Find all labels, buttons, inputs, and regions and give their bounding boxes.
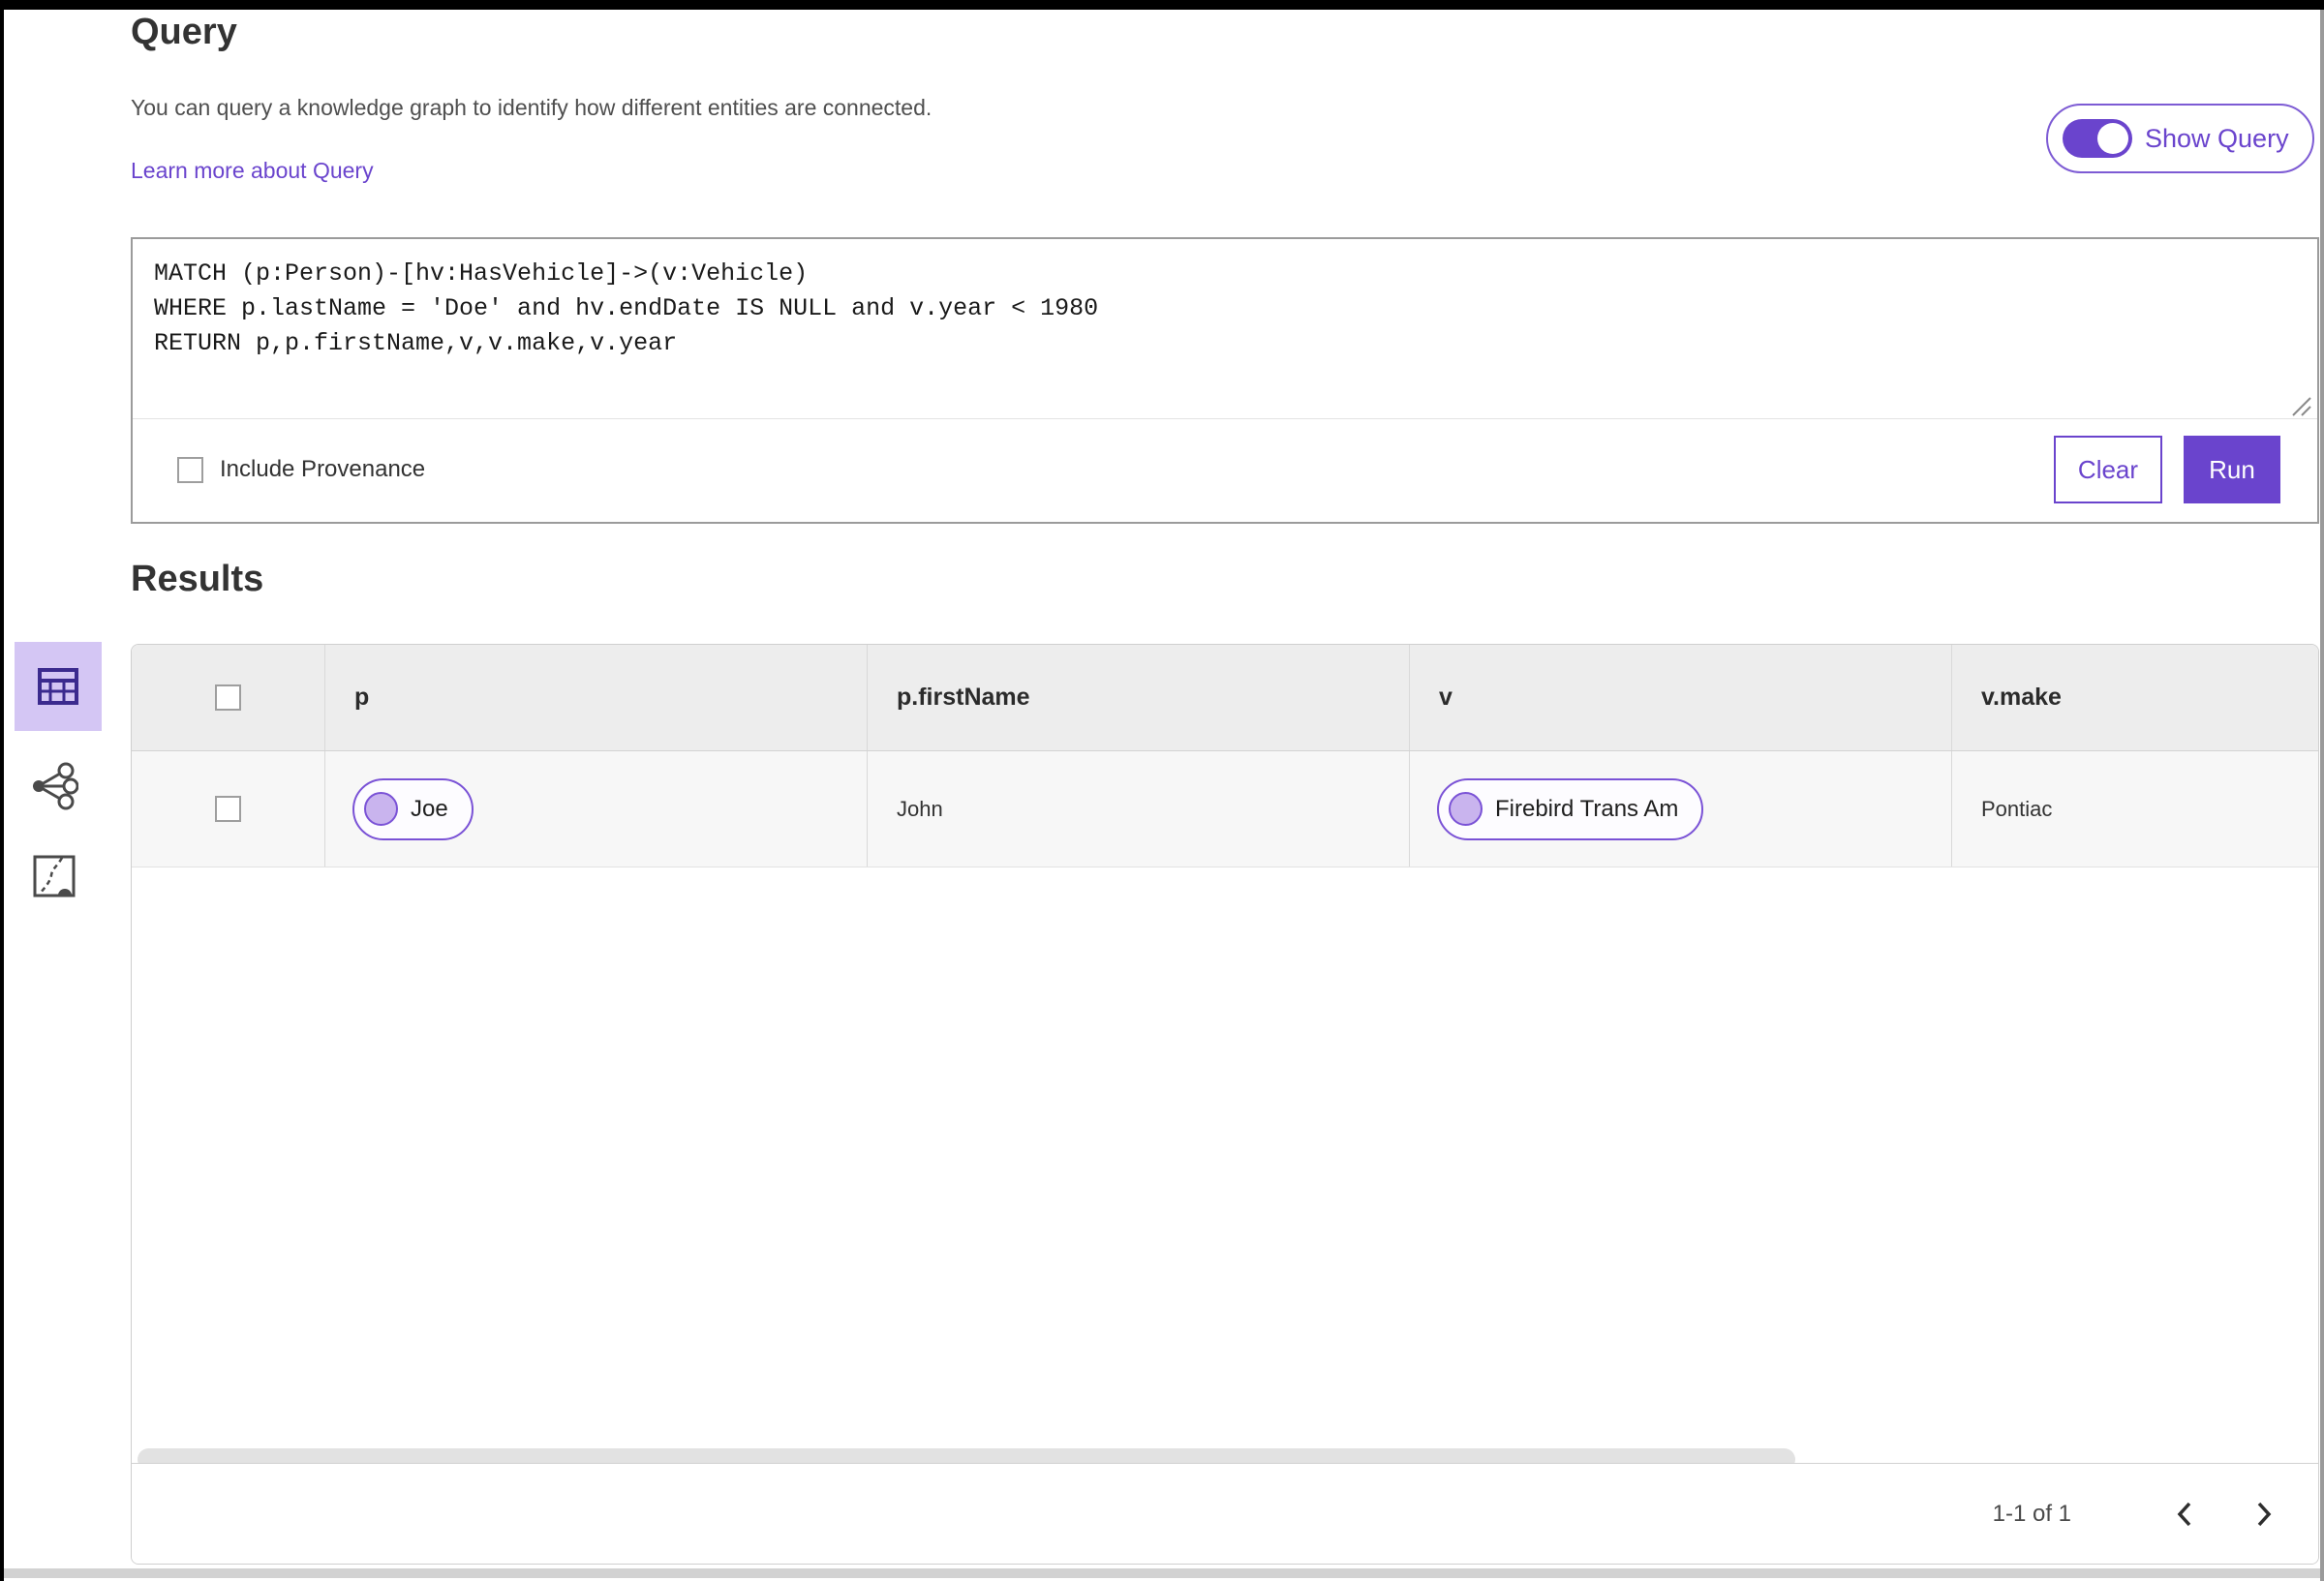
entity-pill-vehicle[interactable]: Firebird Trans Am [1437, 777, 1704, 840]
window-frame-bottom [4, 1568, 2320, 1578]
link-chart-icon [33, 762, 78, 810]
learn-more-link[interactable]: Learn more about Query [131, 158, 374, 184]
query-footer: Include Provenance Clear Run [133, 419, 2317, 520]
toggle-switch-icon [2063, 119, 2132, 158]
results-title: Results [131, 559, 264, 599]
include-provenance-label: Include Provenance [220, 456, 426, 482]
page-title: Query [131, 12, 237, 52]
show-query-label: Show Query [2145, 123, 2289, 153]
clear-button[interactable]: Clear [2054, 436, 2162, 503]
cell-v: Firebird Trans Am [1410, 751, 1952, 867]
cell-firstname: John [868, 751, 1410, 867]
map-view-button[interactable] [32, 854, 76, 898]
cell-p: Joe [325, 751, 868, 867]
chevron-left-icon [2177, 1502, 2191, 1526]
table-row: Joe John Firebird Trans Am Pontiac [132, 751, 2318, 867]
entity-icon [1449, 792, 1483, 826]
window-frame-left [0, 0, 4, 1581]
pagination-range-label: 1-1 of 1 [1992, 1500, 2071, 1527]
entity-pill-label: Joe [411, 795, 448, 822]
chevron-right-icon [2257, 1502, 2272, 1526]
map-icon [33, 855, 76, 897]
entity-pill-label: Firebird Trans Am [1495, 795, 1679, 822]
next-page-button[interactable] [2243, 1493, 2285, 1535]
row-select-cell [132, 751, 325, 867]
entity-pill-person[interactable]: Joe [352, 777, 474, 840]
column-header-make: v.make [1981, 684, 2062, 711]
query-panel: MATCH (p:Person)-[hv:HasVehicle]->(v:Veh… [131, 237, 2319, 524]
results-table-panel: p p.firstName v v.make Joe John Firebird… [131, 644, 2319, 1565]
table-header-row: p p.firstName v v.make [132, 645, 2318, 751]
window-frame-right [2320, 10, 2324, 1581]
pagination-bar: 1-1 of 1 [132, 1463, 2318, 1564]
column-header-firstname: p.firstName [868, 645, 1410, 750]
table-icon [38, 668, 78, 705]
select-all-cell [132, 645, 325, 750]
include-provenance-checkbox[interactable] [177, 456, 203, 483]
previous-page-button[interactable] [2163, 1493, 2206, 1535]
show-query-toggle[interactable]: Show Query [2046, 104, 2314, 173]
run-button[interactable]: Run [2184, 436, 2280, 503]
window-frame-top [0, 0, 2324, 10]
column-header-v: v [1410, 645, 1952, 750]
query-code-input[interactable]: MATCH (p:Person)-[hv:HasVehicle]->(v:Veh… [133, 239, 2317, 419]
link-chart-view-button[interactable] [29, 761, 79, 811]
table-view-button[interactable] [15, 642, 102, 731]
cell-make: Pontiac [1981, 796, 2053, 821]
column-header-p: p [325, 645, 868, 750]
entity-icon [364, 792, 398, 826]
page-description: You can query a knowledge graph to ident… [131, 95, 933, 120]
select-all-checkbox[interactable] [215, 684, 241, 711]
row-select-checkbox[interactable] [215, 796, 241, 822]
